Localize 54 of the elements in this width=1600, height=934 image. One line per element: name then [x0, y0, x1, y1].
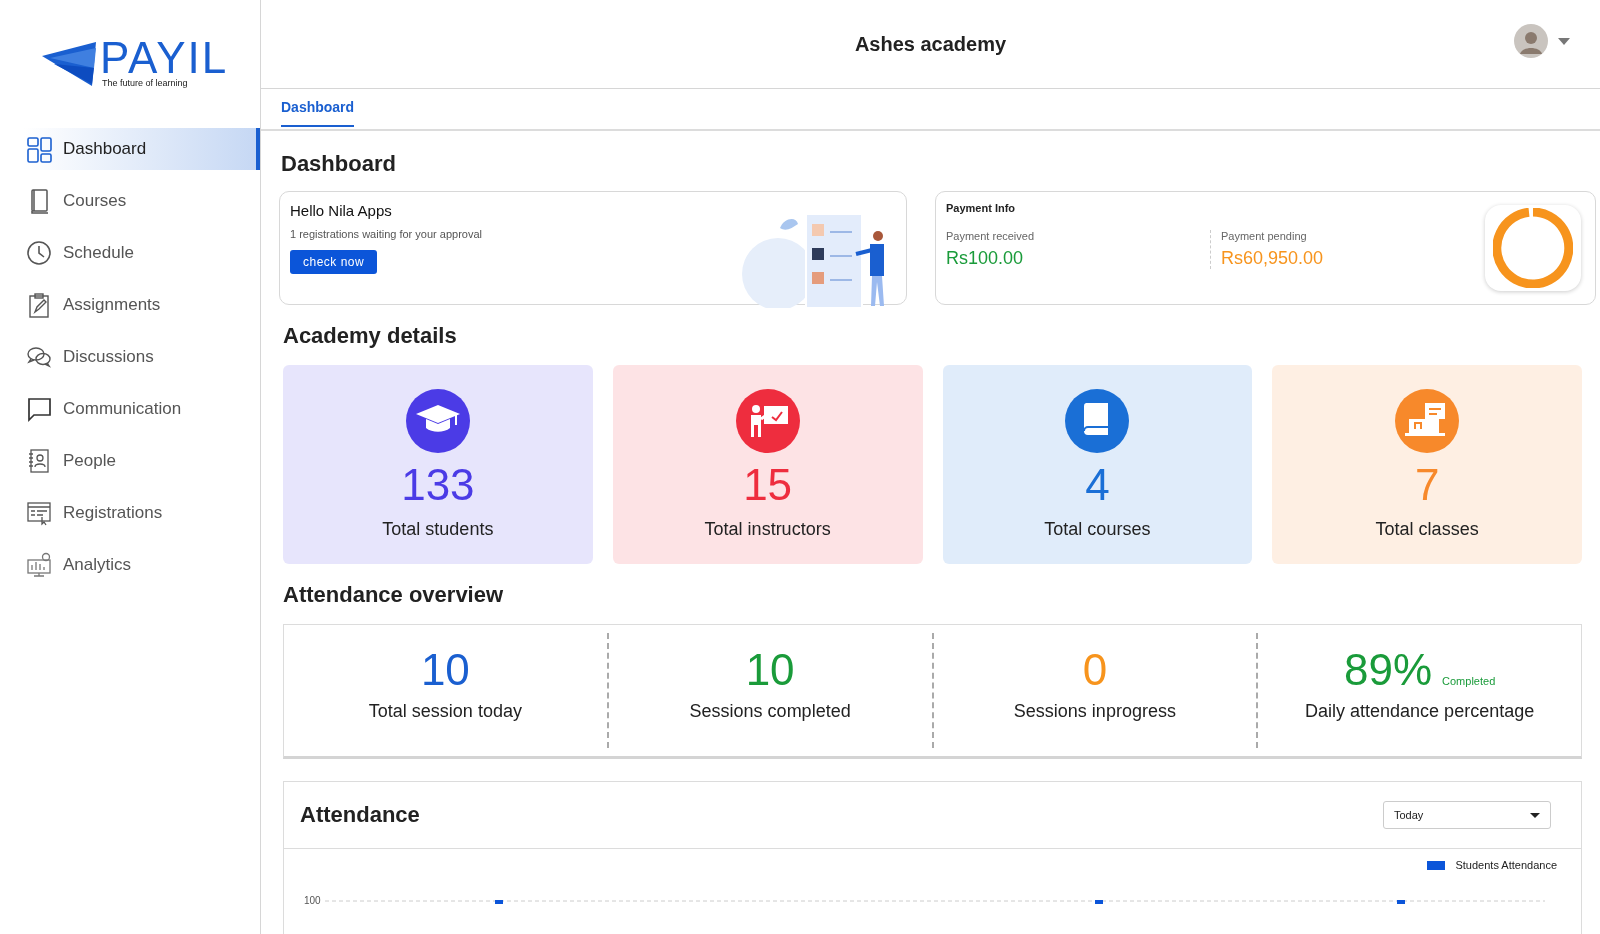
- dashboard-grid-icon: [26, 135, 53, 163]
- payment-info-title: Payment Info: [946, 202, 1017, 214]
- approval-message: 1 registrations waiting for your approval: [290, 228, 482, 240]
- overview-value: 10: [745, 647, 795, 693]
- completed-note: Completed: [1442, 675, 1496, 687]
- overview-label: Daily attendance percentage: [1305, 701, 1535, 722]
- period-dropdown[interactable]: Today: [1383, 801, 1551, 829]
- sidebar-item[interactable]: Analytics: [24, 544, 260, 586]
- sidebar-item[interactable]: Dashboard: [24, 128, 260, 170]
- stat-label: Total students: [382, 519, 494, 540]
- logo-text: PAYIL: [100, 38, 229, 78]
- payment-amount: Rs60,950.00: [1221, 248, 1325, 269]
- overview-value: 89%: [1344, 647, 1433, 693]
- check-now-button[interactable]: check now: [290, 250, 378, 274]
- speech-bubble-icon: [26, 395, 53, 423]
- stat-value: 133: [401, 461, 475, 509]
- stat-label: Total courses: [1044, 519, 1151, 540]
- sidebar-item[interactable]: Communication: [24, 388, 260, 430]
- sidebar-item[interactable]: Discussions: [24, 336, 260, 378]
- sidebar-item[interactable]: Assignments: [24, 284, 260, 326]
- payment-label: Payment pending: [1221, 230, 1308, 242]
- caret-icon[interactable]: [1558, 37, 1570, 45]
- academy-title: Ashes academy: [854, 32, 1007, 56]
- avatar-icon[interactable]: [1514, 24, 1548, 58]
- stat-value: 7: [1414, 461, 1440, 509]
- legend-label: Students Attendance: [1455, 859, 1557, 871]
- caret-icon: [1530, 812, 1540, 818]
- overview-label: Sessions inprogress: [1013, 701, 1176, 722]
- section-title: Academy details: [283, 323, 458, 349]
- logo-tagline: The future of learning: [102, 78, 189, 88]
- form-cursor-icon: [26, 499, 53, 527]
- attendance-title: Attendance: [300, 802, 420, 828]
- sidebar-item[interactable]: Schedule: [24, 232, 260, 274]
- tab[interactable]: Dashboard: [281, 89, 355, 127]
- stat-label: Total instructors: [704, 519, 831, 540]
- stat-label: Total classes: [1375, 519, 1479, 540]
- sidebar-item[interactable]: People: [24, 440, 260, 482]
- section-title: Attendance overview: [283, 582, 505, 608]
- overview-label: Total session today: [368, 701, 522, 722]
- payment-label: Payment received: [946, 230, 1036, 242]
- page-title: Dashboard: [281, 151, 397, 177]
- legend-swatch: [1427, 860, 1446, 870]
- overview-value: 0: [1082, 647, 1108, 693]
- sidebar-item[interactable]: Registrations: [24, 492, 260, 534]
- monitor-chart-icon: [26, 551, 53, 579]
- stat-value: 4: [1085, 461, 1110, 509]
- payment-amount: Rs100.00: [946, 248, 1025, 269]
- greeting-text: Hello Nila Apps: [290, 202, 392, 219]
- clock-icon: [26, 239, 53, 267]
- stat-value: 15: [743, 461, 793, 509]
- overview-label: Sessions completed: [689, 701, 851, 722]
- sidebar-item[interactable]: Courses: [24, 180, 260, 222]
- overview-value: 10: [420, 647, 470, 693]
- y-axis-tick: 100: [304, 895, 321, 906]
